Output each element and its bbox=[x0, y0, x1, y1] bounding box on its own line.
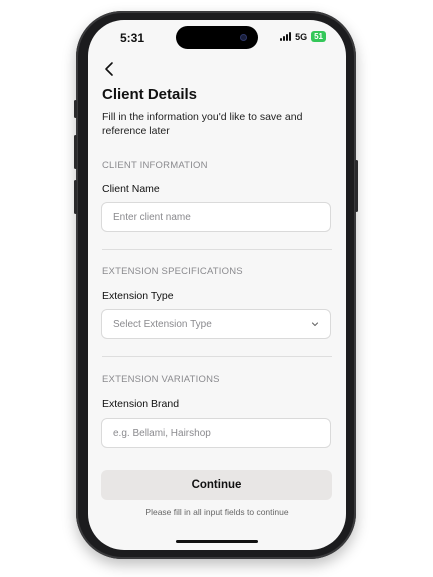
section-heading-client-information: CLIENT INFORMATION bbox=[102, 160, 208, 171]
client-name-label: Client Name bbox=[102, 183, 160, 195]
side-button-power bbox=[355, 160, 358, 212]
extension-brand-label: Extension Brand bbox=[102, 398, 180, 410]
side-button-action bbox=[74, 100, 77, 118]
chevron-down-icon bbox=[311, 322, 319, 327]
status-time: 5:31 bbox=[120, 31, 145, 45]
extension-type-select[interactable]: Select Extension Type bbox=[101, 309, 331, 339]
section-divider bbox=[102, 356, 332, 357]
section-heading-extension-variations: EXTENSION VARIATIONS bbox=[102, 374, 220, 385]
form-hint: Please fill in all input fields to conti… bbox=[145, 507, 289, 517]
battery-icon: 51 bbox=[311, 31, 326, 42]
page-title: Client Details bbox=[102, 86, 198, 103]
camera-icon bbox=[240, 34, 247, 41]
side-button-volume-up bbox=[74, 135, 77, 169]
page-subtitle: Fill in the information you'd like to sa… bbox=[102, 111, 303, 137]
extension-brand-input[interactable] bbox=[101, 418, 331, 448]
section-heading-extension-specifications: EXTENSION SPECIFICATIONS bbox=[102, 266, 243, 277]
side-button-volume-down bbox=[74, 180, 77, 214]
dynamic-island bbox=[176, 26, 258, 49]
chevron-left-icon[interactable] bbox=[102, 61, 118, 77]
status-indicators: 5G 51 bbox=[280, 31, 326, 42]
extension-type-selected: Select Extension Type bbox=[113, 318, 212, 330]
client-name-input[interactable] bbox=[101, 202, 331, 232]
continue-button[interactable]: Continue bbox=[101, 470, 332, 500]
signal-icon bbox=[280, 32, 292, 41]
app-screen: 5:31 5G 51 Client Details Fill in the in… bbox=[88, 20, 346, 550]
network-type: 5G bbox=[295, 31, 308, 42]
extension-type-label: Extension Type bbox=[102, 290, 174, 302]
home-indicator[interactable] bbox=[176, 540, 258, 543]
section-divider bbox=[102, 249, 332, 250]
